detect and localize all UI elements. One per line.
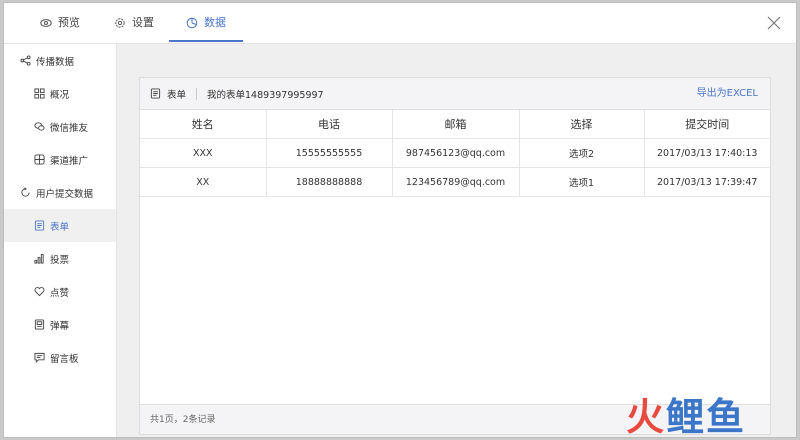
sidebar-group-label: 传播数据 <box>36 56 75 68</box>
tab-settings[interactable]: 设置 <box>114 3 154 43</box>
panel-type-label: 表单 <box>167 89 187 101</box>
sidebar-item-label: 投票 <box>50 254 70 266</box>
sidebar-item-overview[interactable]: 概况 <box>4 77 116 110</box>
panel-header: 表单 我的表单1489397995997 导出为EXCEL <box>140 78 770 110</box>
sidebar-item-wechat[interactable]: 微信推友 <box>4 110 116 143</box>
cell-name: XXX <box>140 138 267 168</box>
cell-name: XX <box>140 167 267 197</box>
gear-icon <box>115 18 125 28</box>
submissions-table: 姓名 电话 邮箱 选择 提交时间 XXX 15555555555 9874561… <box>140 110 770 197</box>
sidebar-item-label: 点赞 <box>50 287 70 299</box>
form-icon <box>34 220 45 231</box>
top-tab-bar: 预览 设置 数据 <box>4 3 796 44</box>
sidebar-item-channel[interactable]: 渠道推广 <box>4 143 116 176</box>
channel-icon <box>34 154 45 165</box>
sidebar-item-label: 留言板 <box>50 353 79 365</box>
watermark-char: 鱼 <box>706 395 745 438</box>
tab-preview[interactable]: 预览 <box>40 3 80 43</box>
sidebar-group-spread-data[interactable]: 传播数据 <box>4 44 116 77</box>
message-icon <box>34 352 45 363</box>
sidebar-item-label: 微信推友 <box>50 122 89 134</box>
share-icon <box>20 55 31 66</box>
cell-phone: 18888888888 <box>266 167 393 197</box>
sidebar: 传播数据 概况 微信推友 渠道推广 用户提交数据 表单 投票 点赞 弹幕 留言板 <box>4 44 117 437</box>
watermark-char: 鲤 <box>666 395 705 438</box>
export-excel-link[interactable]: 导出为EXCEL <box>697 78 758 110</box>
sidebar-item-message-board[interactable]: 留言板 <box>4 341 116 374</box>
grid-icon <box>34 88 45 99</box>
tab-data-label: 数据 <box>204 16 226 29</box>
tab-preview-label: 预览 <box>58 16 80 29</box>
heart-icon <box>34 287 45 297</box>
data-dialog: 预览 设置 数据 传播数据 概况 微信推友 渠道推广 用户提交数据 表单 投票 … <box>3 2 797 438</box>
column-header-name[interactable]: 姓名 <box>140 110 267 139</box>
cell-email: 123456789@qq.com <box>392 167 520 197</box>
danmaku-icon <box>34 319 45 330</box>
wechat-icon <box>34 122 45 131</box>
vote-bars-icon <box>34 253 44 264</box>
column-header-submit-time[interactable]: 提交时间 <box>644 110 770 139</box>
form-name: 我的表单1489397995997 <box>207 89 324 101</box>
active-tab-indicator <box>169 40 243 42</box>
table-header-row: 姓名 电话 邮箱 选择 提交时间 <box>140 110 770 139</box>
cell-submit-time: 2017/03/13 17:40:13 <box>644 138 770 168</box>
refresh-icon <box>21 187 30 197</box>
sidebar-item-danmaku[interactable]: 弹幕 <box>4 308 116 341</box>
column-header-choice[interactable]: 选择 <box>519 110 645 139</box>
watermark-char: 火 <box>626 395 665 438</box>
sidebar-item-label: 渠道推广 <box>50 155 89 167</box>
sidebar-item-label: 弹幕 <box>50 320 70 332</box>
sidebar-item-label: 概况 <box>50 89 70 101</box>
main-content: 表单 我的表单1489397995997 导出为EXCEL 姓名 电话 邮箱 选… <box>117 44 796 437</box>
sidebar-group-user-data[interactable]: 用户提交数据 <box>4 176 116 209</box>
cell-choice: 选项1 <box>519 167 645 197</box>
sidebar-group-label: 用户提交数据 <box>36 188 94 200</box>
eye-icon <box>40 19 52 27</box>
watermark-logo: 火 鲤 鱼 <box>626 395 745 438</box>
header-divider <box>196 87 198 100</box>
sidebar-item-vote[interactable]: 投票 <box>4 242 116 275</box>
cell-submit-time: 2017/03/13 17:39:47 <box>644 167 770 197</box>
pie-chart-icon <box>186 17 198 29</box>
form-data-panel: 表单 我的表单1489397995997 导出为EXCEL 姓名 电话 邮箱 选… <box>139 77 771 435</box>
tab-settings-label: 设置 <box>132 16 154 29</box>
form-icon <box>150 88 161 99</box>
close-icon[interactable] <box>766 15 782 31</box>
sidebar-item-form[interactable]: 表单 <box>4 209 116 242</box>
sidebar-item-like[interactable]: 点赞 <box>4 275 116 308</box>
sidebar-item-label: 表单 <box>50 221 70 233</box>
tab-data[interactable]: 数据 <box>186 3 226 43</box>
cell-phone: 15555555555 <box>266 138 393 168</box>
table-row[interactable]: XXX 15555555555 987456123@qq.com 选项2 201… <box>140 138 770 168</box>
column-header-email[interactable]: 邮箱 <box>392 110 520 139</box>
column-header-phone[interactable]: 电话 <box>266 110 393 139</box>
table-row[interactable]: XX 18888888888 123456789@qq.com 选项1 2017… <box>140 167 770 197</box>
cell-email: 987456123@qq.com <box>392 138 520 168</box>
cell-choice: 选项2 <box>519 138 645 168</box>
